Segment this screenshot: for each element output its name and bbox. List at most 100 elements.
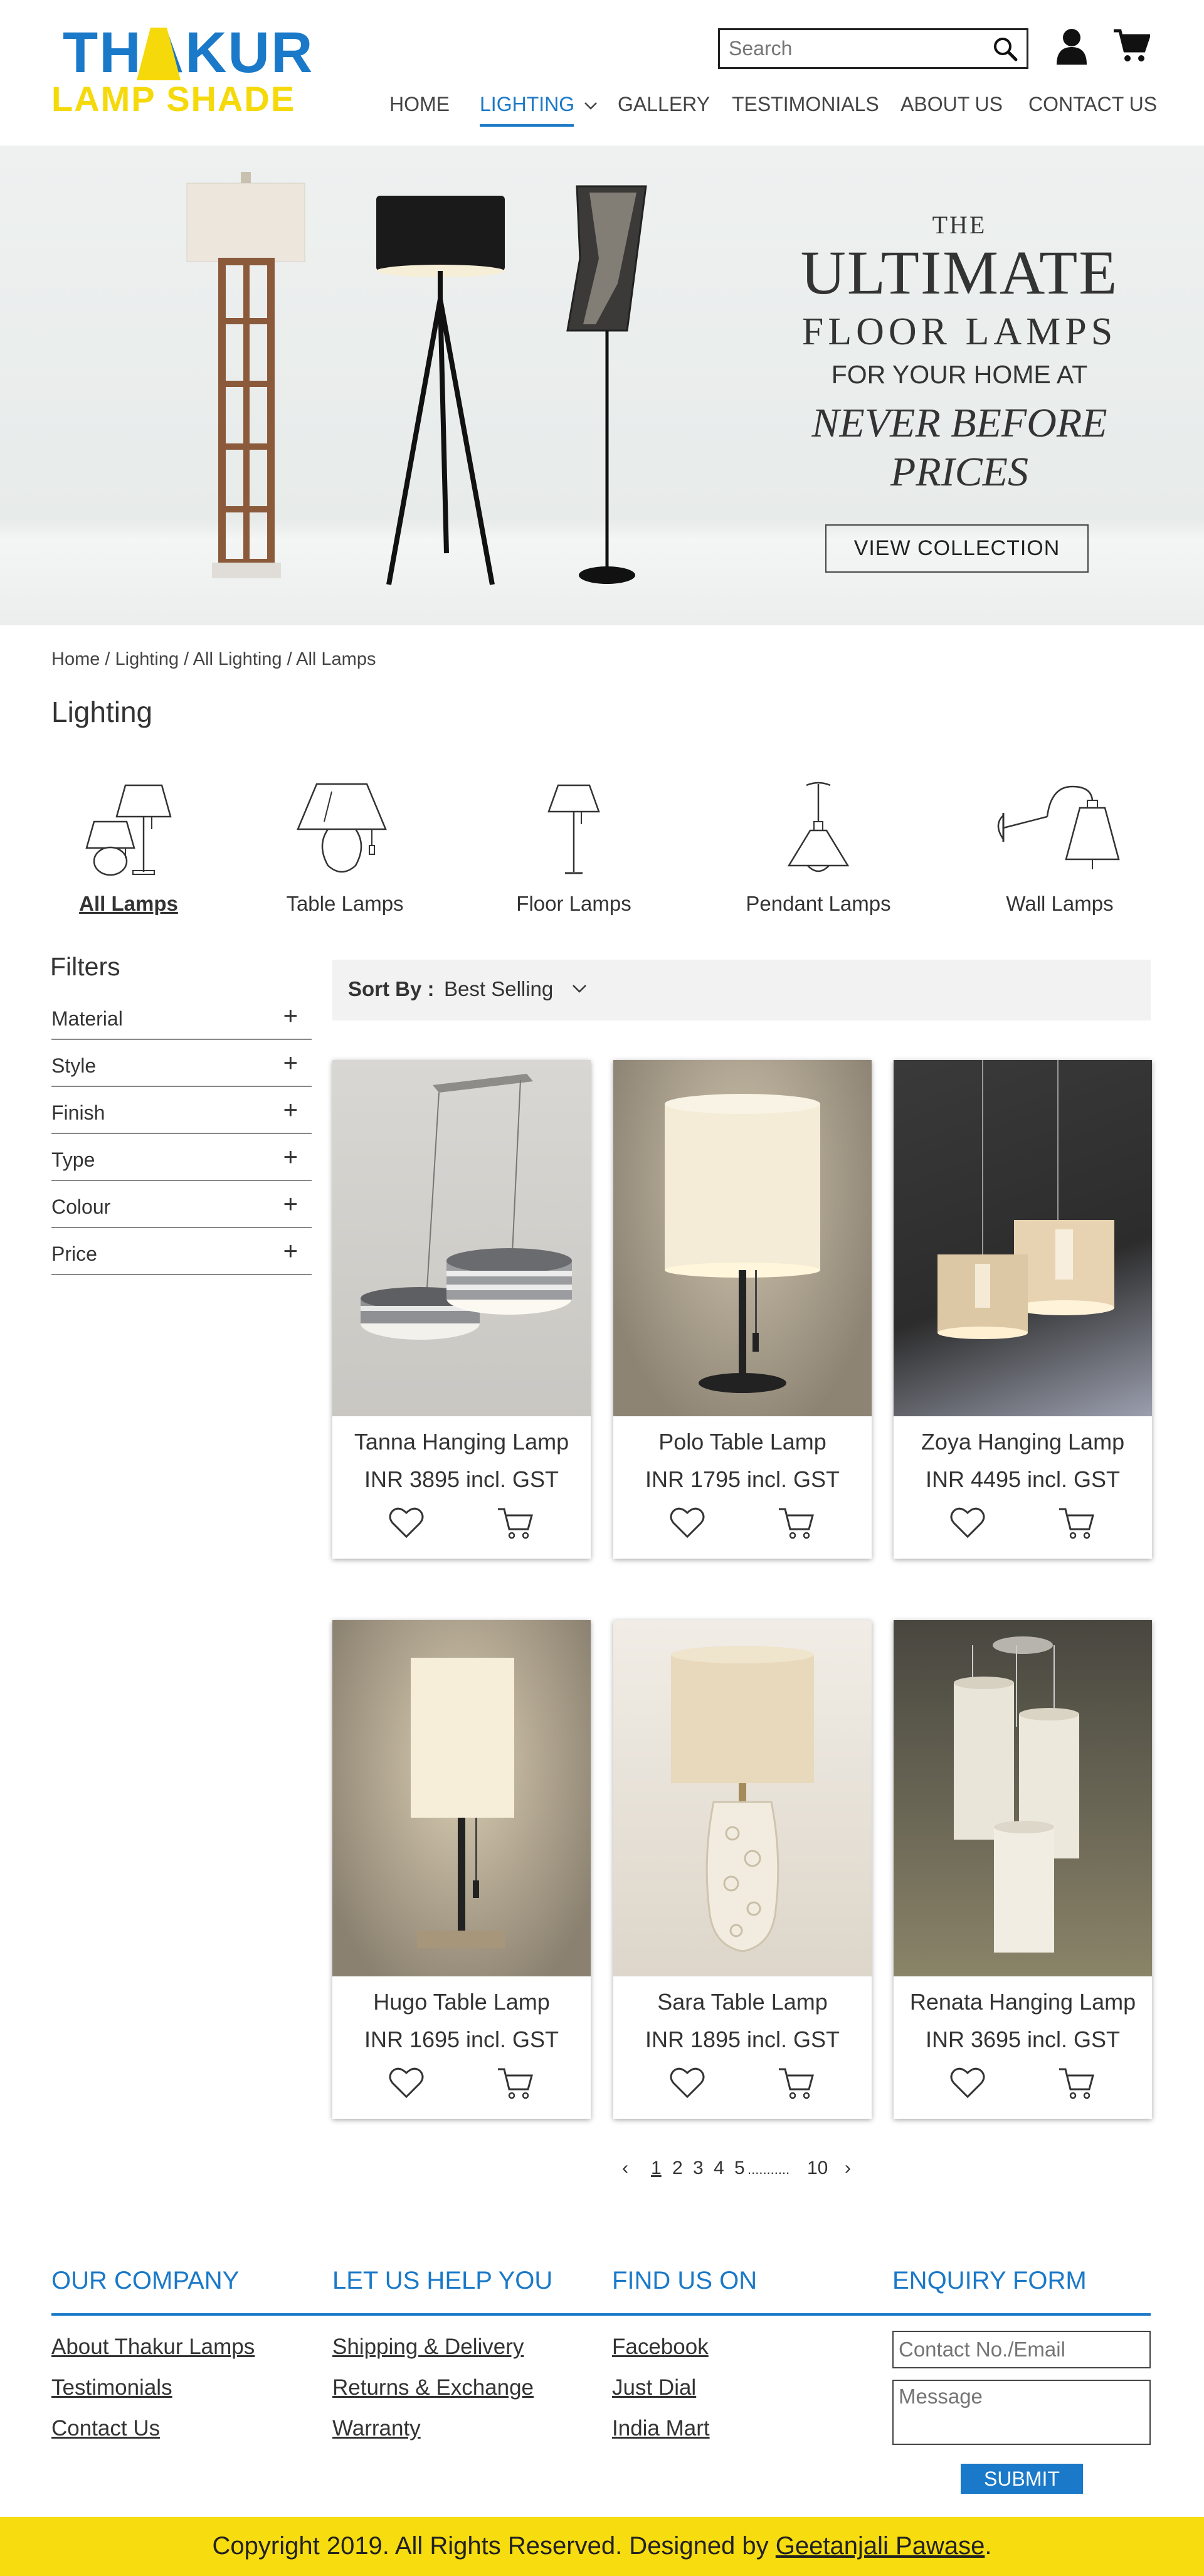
category-all-lamps[interactable] [82,778,176,878]
nav-testimonials[interactable]: TESTIMONIALS [732,93,879,124]
pagination-page-3[interactable]: 3 [693,2158,704,2179]
heart-icon[interactable] [949,1505,986,1539]
category-pendant-lamps-label[interactable]: Pendant Lamps [737,892,900,916]
filter-material[interactable]: Material + [51,996,312,1040]
category-table-lamps-label[interactable]: Table Lamps [273,892,417,916]
product-image[interactable] [613,1620,872,1976]
product-name[interactable]: Polo Table Lamp [613,1429,872,1455]
product-image[interactable] [332,1060,591,1416]
nav-lighting[interactable]: LIGHTING [480,93,598,124]
heart-icon[interactable] [949,2065,986,2099]
search-input[interactable] [720,30,983,67]
filter-type[interactable]: Type + [51,1137,312,1181]
filter-style[interactable]: Style + [51,1043,312,1087]
product-name[interactable]: Zoya Hanging Lamp [894,1429,1152,1455]
heart-icon[interactable] [388,1505,425,1539]
plus-icon[interactable]: + [283,1143,298,1172]
filter-finish[interactable]: Finish + [51,1090,312,1134]
pagination-next[interactable]: › [845,2158,851,2179]
enquiry-submit-button[interactable]: SUBMIT [961,2464,1083,2494]
chevron-down-icon[interactable] [572,983,587,995]
product-card-zoya[interactable]: Zoya Hanging Lamp INR 4495 incl. GST [894,1060,1152,1559]
add-to-cart-icon[interactable] [778,1505,815,1539]
product-price: INR 1695 incl. GST [364,2027,559,2052]
copyright-text: Copyright 2019. All Rights Reserved. Des… [0,2532,1204,2560]
category-pendant-lamps[interactable] [778,778,859,878]
plus-icon[interactable]: + [283,1096,298,1125]
footer-link-returns[interactable]: Returns & Exchange [332,2375,534,2400]
nav-home[interactable]: HOME [389,93,450,124]
pagination-page-2[interactable]: 2 [672,2158,683,2179]
enquiry-contact-field[interactable] [892,2331,1151,2368]
all-lamps-icon [85,784,172,876]
product-name[interactable]: Renata Hanging Lamp [894,1989,1152,2015]
footer-link-justdial[interactable]: Just Dial [612,2375,696,2400]
plus-icon[interactable]: + [283,1238,298,1266]
add-to-cart-icon[interactable] [1058,2065,1096,2099]
plus-icon[interactable]: + [283,1190,298,1219]
designer-link[interactable]: Geetanjali Pawase [776,2532,985,2560]
footer-link-warranty[interactable]: Warranty [332,2416,421,2441]
heart-icon[interactable] [668,1505,706,1539]
nav-active-underline [480,124,574,127]
category-table-lamps[interactable] [292,778,392,878]
logo-lamp-icon [137,28,181,80]
category-wall-lamps[interactable] [991,778,1122,878]
chevron-down-icon [584,102,597,110]
nav-gallery[interactable]: GALLERY [618,93,710,124]
heart-icon[interactable] [388,2065,425,2099]
product-image[interactable] [332,1620,591,1976]
filter-colour[interactable]: Colour + [51,1184,312,1228]
page-title: Lighting [51,696,153,728]
plus-icon[interactable]: + [283,1049,298,1078]
user-icon[interactable] [1055,28,1088,65]
category-all-lamps-label[interactable]: All Lamps [75,892,182,916]
enquiry-message-field[interactable] [892,2380,1151,2445]
footer-link-indiamart[interactable]: India Mart [612,2416,710,2441]
product-name[interactable]: Tanna Hanging Lamp [332,1429,591,1455]
pagination-page-10[interactable]: 10 [807,2158,828,2179]
pagination-ellipsis: ........... [747,2161,790,2177]
heart-icon[interactable] [668,2065,706,2099]
add-to-cart-icon[interactable] [1058,1505,1096,1539]
product-image[interactable] [894,1060,1152,1416]
add-to-cart-icon[interactable] [497,1505,534,1539]
filter-price[interactable]: Price + [51,1231,312,1275]
product-card-renata[interactable]: Renata Hanging Lamp INR 3695 incl. GST [894,1620,1152,2119]
product-price: INR 1895 incl. GST [645,2027,840,2052]
breadcrumb[interactable]: Home / Lighting / All Lighting / All Lam… [51,649,376,670]
footer-link-testimonials[interactable]: Testimonials [51,2375,172,2400]
footer-link-about[interactable]: About Thakur Lamps [51,2335,255,2360]
footer-link-contact[interactable]: Contact Us [51,2416,160,2441]
nav-about-us[interactable]: ABOUT US [900,93,1003,124]
logo-wordmark[interactable]: THAKUR [63,24,314,82]
view-collection-button[interactable]: VIEW COLLECTION [825,524,1089,573]
plus-icon[interactable]: + [283,1002,298,1031]
product-image[interactable] [894,1620,1152,1976]
product-card-tanna[interactable]: Tanna Hanging Lamp INR 3895 incl. GST [332,1060,591,1559]
pagination-page-4[interactable]: 4 [714,2158,724,2179]
product-card-hugo[interactable]: Hugo Table Lamp INR 1695 incl. GST [332,1620,591,2119]
search-icon[interactable] [993,36,1018,61]
nav-contact-us[interactable]: CONTACT US [1028,93,1157,124]
product-name[interactable]: Hugo Table Lamp [332,1989,591,2015]
category-floor-lamps-label[interactable]: Floor Lamps [505,892,643,916]
product-card-sara[interactable]: Sara Table Lamp INR 1895 incl. GST [613,1620,872,2119]
filter-label: Colour [51,1195,111,1218]
category-wall-lamps-label[interactable]: Wall Lamps [988,892,1132,916]
footer-link-shipping[interactable]: Shipping & Delivery [332,2335,524,2360]
add-to-cart-icon[interactable] [497,2065,534,2099]
product-card-polo[interactable]: Polo Table Lamp INR 1795 incl. GST [613,1060,872,1559]
footer-link-facebook[interactable]: Facebook [612,2335,709,2360]
product-name[interactable]: Sara Table Lamp [613,1989,872,2015]
product-image[interactable] [613,1060,872,1416]
cart-icon[interactable] [1114,28,1150,65]
pagination-page-5[interactable]: 5 [734,2158,745,2179]
copyright-bar: Copyright 2019. All Rights Reserved. Des… [0,2517,1204,2576]
add-to-cart-icon[interactable] [778,2065,815,2099]
sort-select[interactable]: Best Selling [444,977,553,1001]
pagination-prev[interactable]: ‹ [622,2158,628,2179]
pagination-page-1[interactable]: 1 [651,2158,662,2179]
category-floor-lamps[interactable] [536,778,611,878]
footer-enquiry-title: ENQUIRY FORM [892,2267,1087,2294]
